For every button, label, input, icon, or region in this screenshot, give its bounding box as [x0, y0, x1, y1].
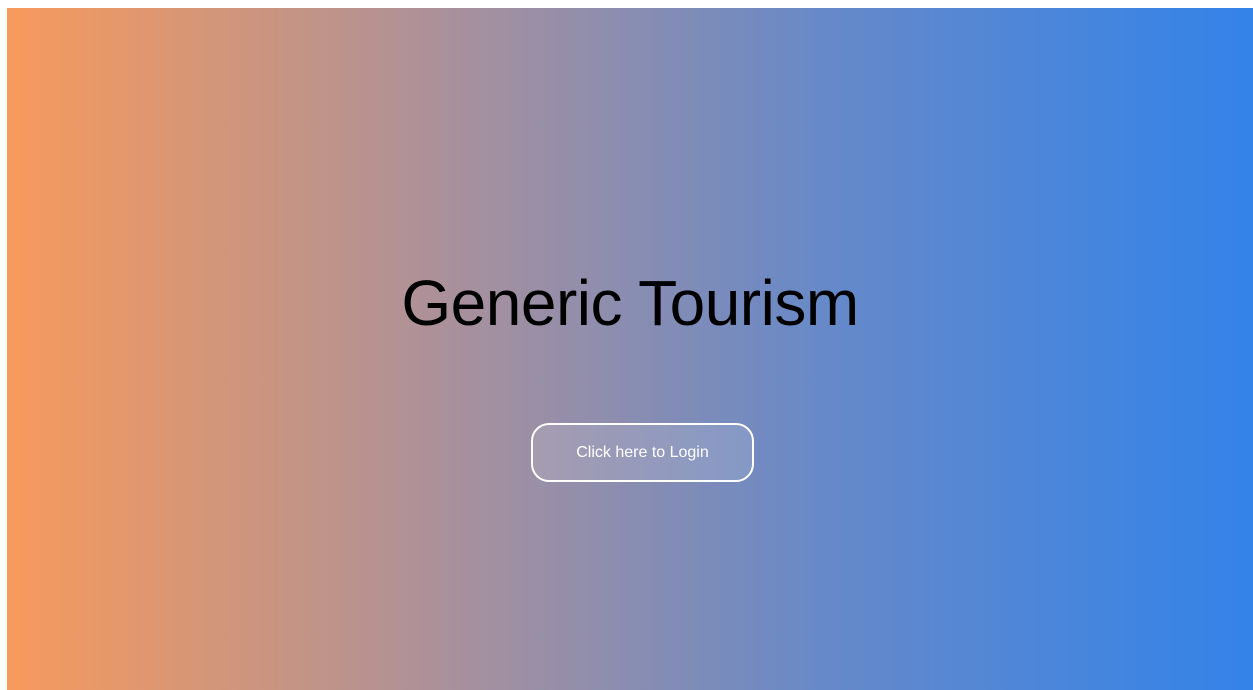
landing-page: Generic Tourism Click here to Login — [7, 8, 1253, 690]
login-button[interactable]: Click here to Login — [531, 423, 754, 482]
page-title: Generic Tourism — [401, 267, 859, 339]
